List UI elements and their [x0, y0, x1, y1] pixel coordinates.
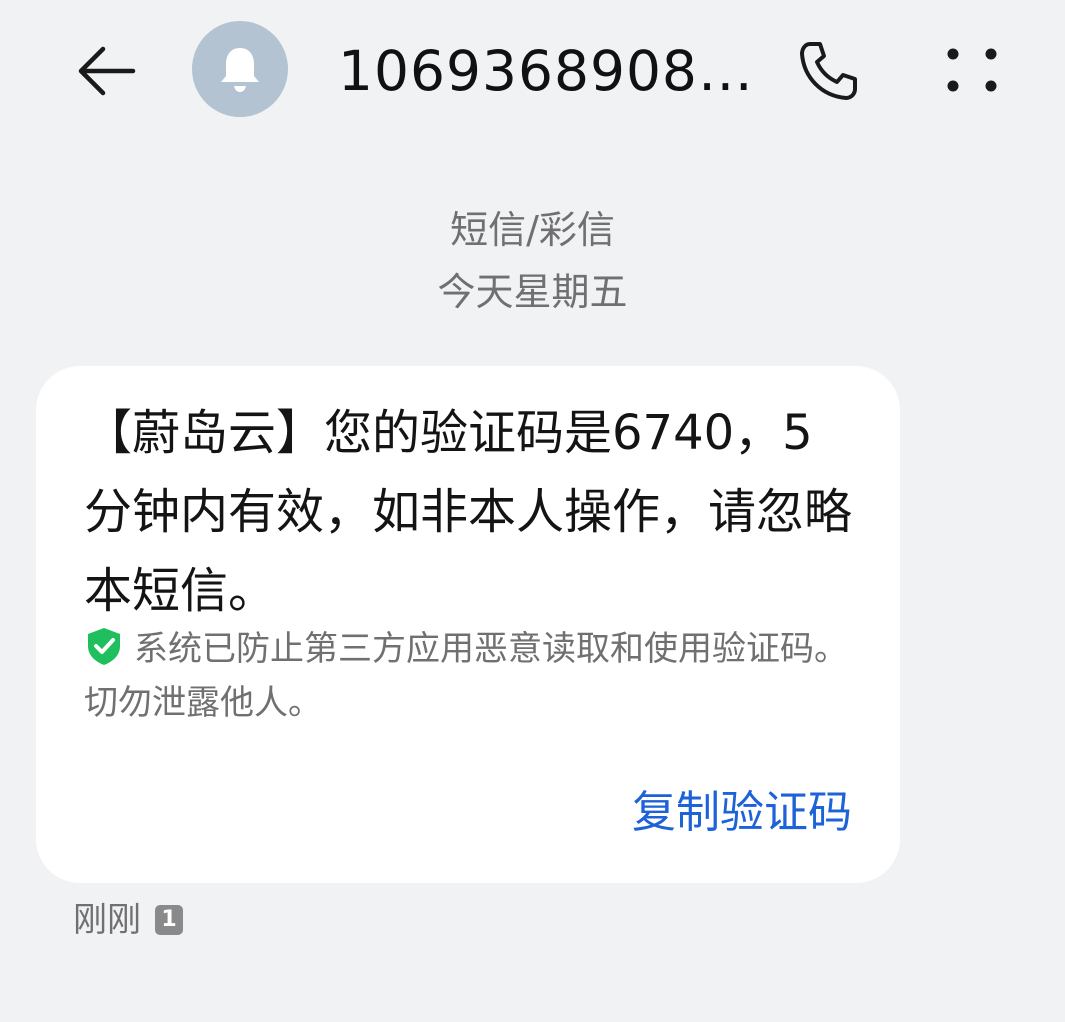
- copy-code-button[interactable]: 复制验证码: [632, 784, 852, 842]
- more-dots-icon: [947, 48, 997, 92]
- timestamp-text: 刚刚: [73, 900, 141, 940]
- phone-icon: [800, 42, 857, 100]
- back-button[interactable]: [70, 34, 144, 108]
- message-bubble[interactable]: 【蔚岛云】您的验证码是6740，5分钟内有效，如非本人操作，请忽略本短信。 系统…: [36, 366, 900, 883]
- date-label: 今天星期五: [437, 270, 628, 314]
- contact-title: 1069368908…: [338, 39, 754, 103]
- message-type-label: 短信/彩信: [450, 208, 615, 252]
- security-note: 系统已防止第三方应用恶意读取和使用验证码。切勿泄露他人。: [84, 622, 854, 730]
- sim-card-badge: 1: [155, 905, 183, 935]
- message-body[interactable]: 【蔚岛云】您的验证码是6740，5分钟内有效，如非本人操作，请忽略本短信。: [84, 394, 854, 631]
- more-options-button[interactable]: [936, 38, 1008, 102]
- avatar[interactable]: [192, 21, 288, 117]
- bell-icon: [221, 48, 259, 92]
- security-note-text: 系统已防止第三方应用恶意读取和使用验证码。切勿泄露他人。: [84, 629, 848, 723]
- shield-check-icon: [88, 628, 120, 665]
- call-button[interactable]: [790, 36, 866, 106]
- back-arrow-icon: [78, 46, 136, 96]
- app-header: 1069368908…: [0, 0, 1065, 140]
- message-timestamp: 刚刚 1: [73, 896, 183, 944]
